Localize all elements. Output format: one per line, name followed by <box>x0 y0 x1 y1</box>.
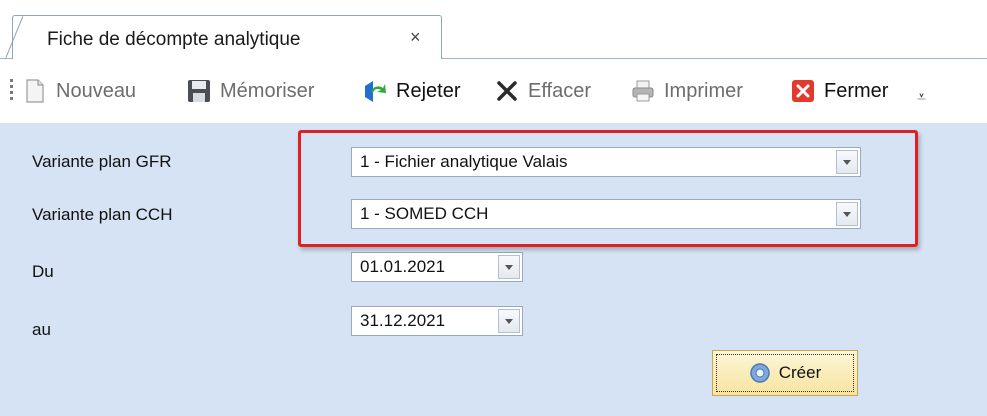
tab-fiche-decompte[interactable]: Fiche de décompte analytique × <box>5 15 442 60</box>
nouveau-label: Nouveau <box>56 79 137 102</box>
tab-strip: Fiche de décompte analytique × <box>0 0 987 60</box>
tab-title: Fiche de décompte analytique <box>47 29 301 50</box>
fermer-label: Fermer <box>824 79 889 102</box>
save-disk-icon <box>188 80 210 102</box>
nouveau-button[interactable]: Nouveau <box>22 75 136 107</box>
effacer-button[interactable]: Effacer <box>494 75 591 107</box>
new-document-icon <box>26 79 44 103</box>
toolbar-grip-icon[interactable] <box>10 79 13 103</box>
imprimer-label: Imprimer <box>664 79 743 102</box>
delete-x-icon <box>497 81 517 101</box>
du-value: 01.01.2021 <box>360 257 446 276</box>
du-date-picker[interactable]: 01.01.2021 <box>351 252 523 282</box>
fermer-button[interactable]: Fermer <box>790 75 888 107</box>
create-label: Créer <box>778 363 822 382</box>
rejeter-button[interactable]: Rejeter <box>362 75 460 107</box>
create-button[interactable]: Créer <box>712 350 858 396</box>
au-label: au <box>32 320 51 339</box>
highlight-box <box>298 130 918 247</box>
cch-label: Variante plan CCH <box>32 205 173 224</box>
tab-edge <box>5 16 23 60</box>
printer-icon <box>632 80 654 102</box>
close-red-icon <box>792 80 814 102</box>
toolbar: Nouveau Mémoriser Rejeter Effacer Imprim… <box>0 59 987 123</box>
close-icon[interactable]: × <box>410 27 421 48</box>
undo-refresh-icon <box>365 81 386 102</box>
gear-icon <box>749 363 770 383</box>
toolbar-overflow-icon[interactable]: ⩡ <box>917 89 926 107</box>
gfr-label: Variante plan GFR <box>32 152 172 171</box>
du-label: Du <box>32 262 54 281</box>
chevron-down-icon[interactable] <box>498 309 520 333</box>
memoriser-label: Mémoriser <box>220 79 315 102</box>
imprimer-button[interactable]: Imprimer <box>630 75 743 107</box>
rejeter-label: Rejeter <box>396 79 461 102</box>
memoriser-button[interactable]: Mémoriser <box>186 75 314 107</box>
au-value: 31.12.2021 <box>360 311 446 330</box>
au-date-picker[interactable]: 31.12.2021 <box>351 306 523 336</box>
effacer-label: Effacer <box>528 79 591 102</box>
chevron-down-icon[interactable] <box>498 255 520 279</box>
